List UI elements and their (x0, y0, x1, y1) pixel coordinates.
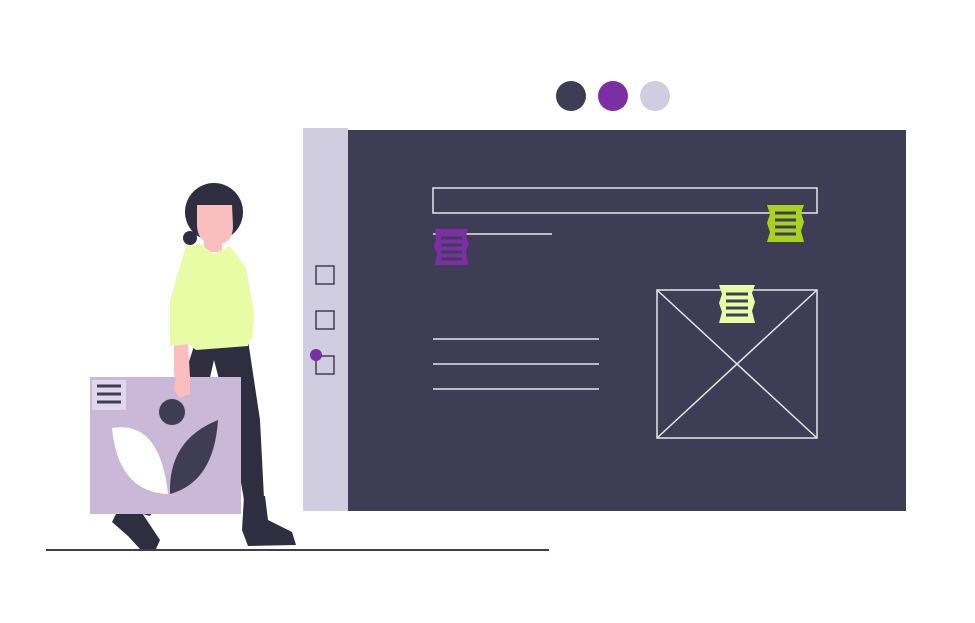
face (197, 205, 233, 245)
illustration (46, 81, 906, 551)
palette-dot-dark[interactable] (556, 81, 586, 111)
color-palette (556, 81, 670, 111)
person (90, 183, 296, 549)
list-icon (92, 380, 126, 410)
note-lime-dark[interactable] (767, 205, 804, 242)
checkbox-check-dot (310, 349, 322, 361)
main-canvas (348, 130, 906, 511)
left-shoe (112, 510, 160, 549)
sidebar-panel (303, 128, 348, 511)
note-lime[interactable] (719, 285, 755, 323)
note-purple[interactable] (434, 229, 469, 265)
illustration-stage (0, 0, 975, 623)
held-card[interactable] (90, 377, 241, 514)
palette-dot-lavender[interactable] (640, 81, 670, 111)
hair-bun (183, 231, 197, 245)
palette-dot-purple[interactable] (598, 81, 628, 111)
right-shoe (242, 496, 296, 546)
